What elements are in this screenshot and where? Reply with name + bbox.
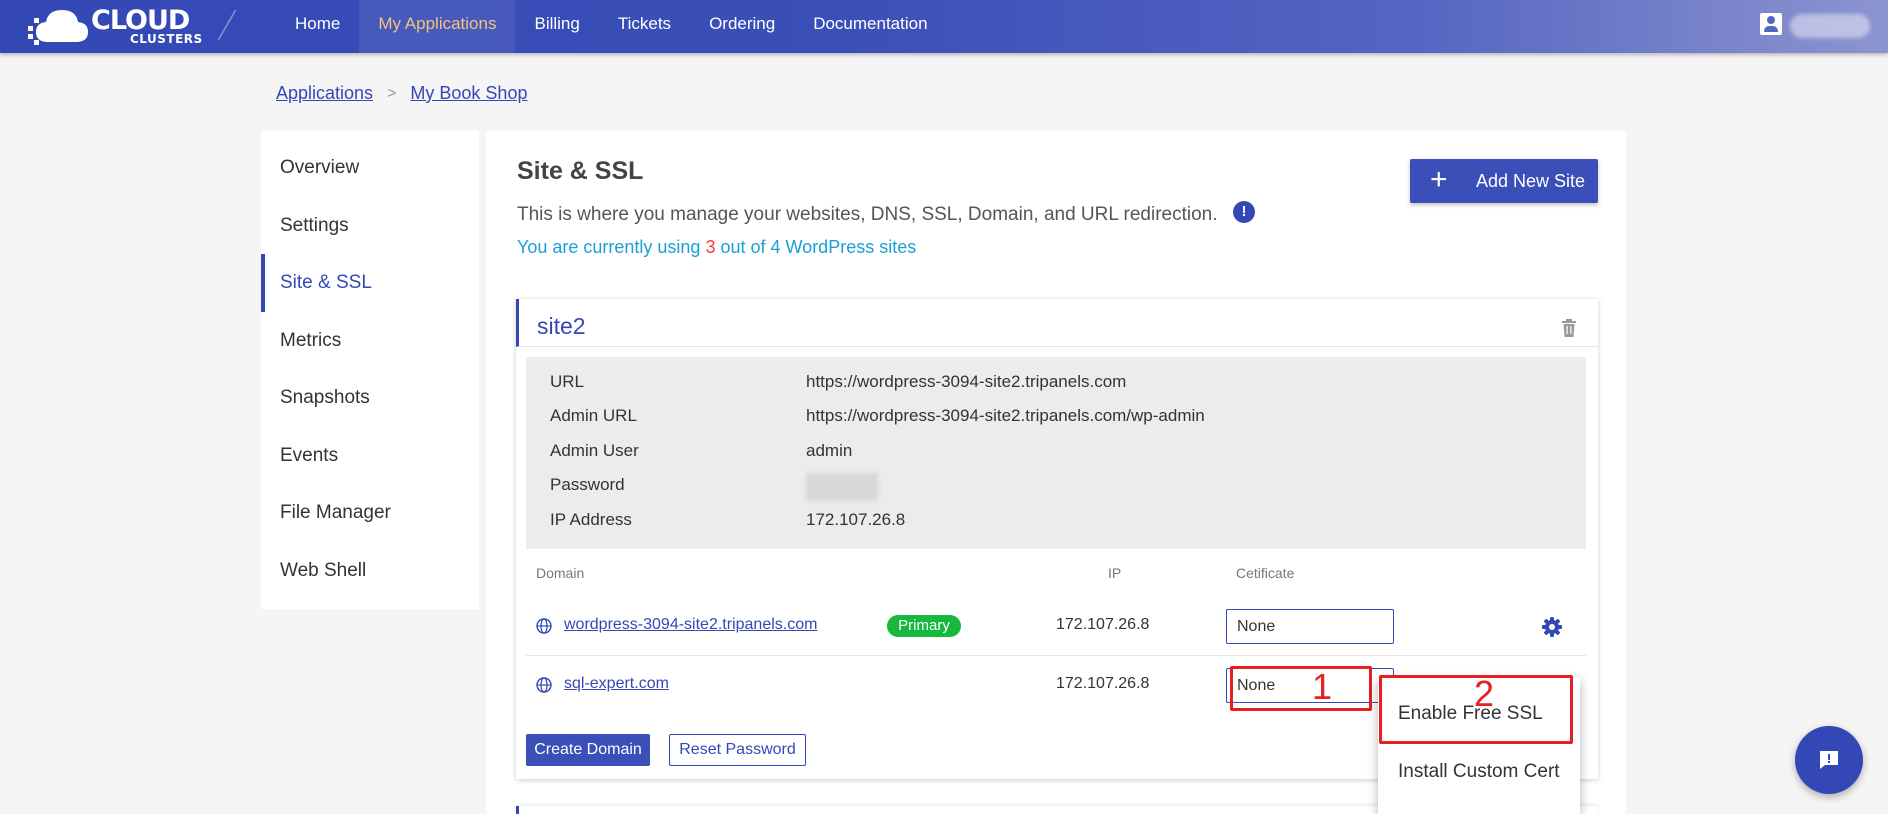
site-name: site2 [537,313,586,339]
site-details: URL https://wordpress-3094-site2.tripane… [526,357,1586,549]
password-redacted [806,473,878,501]
info-icon[interactable]: ! [1233,201,1255,223]
chat-icon [1820,751,1838,769]
page-title: Site & SSL [517,157,644,185]
usage-suffix: out of 4 WordPress sites [715,237,917,257]
domain-row: wordpress-3094-site2.tripanels.com Prima… [526,597,1586,656]
logo-text: CLOUD [91,5,190,36]
usage-prefix: You are currently using [517,237,706,257]
app-sidebar: Overview Settings Site & SSL Metrics Sna… [261,131,479,609]
nav-documentation[interactable]: Documentation [794,0,946,53]
cloud-logo-icon [28,10,88,45]
detail-label-url: URL [550,372,585,391]
plus-icon: + [1430,163,1448,196]
nav-tickets[interactable]: Tickets [599,0,690,53]
sidebar-item-overview[interactable]: Overview [261,139,479,197]
sidebar-item-settings[interactable]: Settings [261,197,479,255]
domain-ip: 172.107.26.8 [1056,616,1150,633]
breadcrumb-current-app[interactable]: My Book Shop [410,83,527,104]
annotation-step2: 2 [1474,673,1495,714]
sidebar-item-web-shell[interactable]: Web Shell [261,542,479,600]
annotation-step1: 1 [1312,666,1333,707]
detail-value-ip: 172.107.26.8 [806,510,906,529]
logo-divider [217,10,237,40]
breadcrumb: Applications > My Book Shop [276,83,527,104]
col-header-domain: Domain [536,565,585,581]
certificate-select[interactable]: None [1226,609,1394,644]
primary-badge: Primary [887,615,961,637]
sidebar-item-events[interactable]: Events [261,427,479,485]
cloudclusters-logo[interactable]: CLOUD CLUSTERS [26,4,202,48]
sidebar-item-snapshots[interactable]: Snapshots [261,369,479,427]
col-header-ip: IP [1108,565,1122,581]
globe-icon [536,618,552,634]
detail-value-admin-url: https://wordpress-3094-site2.tripanels.c… [806,406,1205,425]
col-header-certificate: Cetificate [1236,565,1295,581]
sidebar-item-metrics[interactable]: Metrics [261,312,479,370]
annotation-box-step1 [1230,666,1372,711]
reset-password-button[interactable]: Reset Password [669,734,806,766]
nav-home[interactable]: Home [276,0,359,53]
sidebar-item-site-ssl[interactable]: Site & SSL [261,254,479,312]
nav-ordering[interactable]: Ordering [690,0,794,53]
globe-icon [536,677,552,693]
usage-count: 3 [705,237,716,257]
user-account-icon[interactable] [1760,13,1782,35]
sidebar-item-file-manager[interactable]: File Manager [261,484,479,542]
breadcrumb-separator: > [387,84,397,102]
create-domain-button[interactable]: Create Domain [526,734,650,766]
menu-item-install-custom-cert[interactable]: Install Custom Cert [1378,743,1580,801]
user-name-redacted[interactable] [1790,14,1870,38]
detail-value-url: https://wordpress-3094-site2.tripanels.c… [806,372,1127,391]
gear-icon[interactable] [1542,617,1562,637]
page-description: This is where you manage your websites, … [517,204,1218,225]
nav-my-applications[interactable]: My Applications [359,0,516,53]
trash-icon[interactable] [1561,319,1577,337]
top-navbar: CLOUD CLUSTERS Home My Applications Bill… [0,0,1888,53]
detail-label-admin-user: Admin User [550,441,639,460]
main-nav: Home My Applications Billing Tickets Ord… [276,0,947,53]
logo-subtext: CLUSTERS [130,32,203,46]
nav-billing[interactable]: Billing [515,0,598,53]
add-new-site-label: Add New Site [1476,171,1586,191]
detail-label-ip: IP Address [550,510,632,529]
domain-ip: 172.107.26.8 [1056,675,1150,692]
detail-label-admin-url: Admin URL [550,406,637,425]
domain-link[interactable]: wordpress-3094-site2.tripanels.com [564,616,817,634]
chat-button[interactable] [1795,726,1863,794]
site-usage-text: You are currently using 3 out of 4 WordP… [517,237,916,258]
domain-link[interactable]: sql-expert.com [564,675,669,693]
detail-value-admin-user: admin [806,441,853,460]
add-new-site-button[interactable]: + Add New Site [1410,159,1598,203]
detail-label-password: Password [550,475,625,494]
breadcrumb-applications[interactable]: Applications [276,83,373,104]
site-card-header: site2 [516,299,1598,347]
